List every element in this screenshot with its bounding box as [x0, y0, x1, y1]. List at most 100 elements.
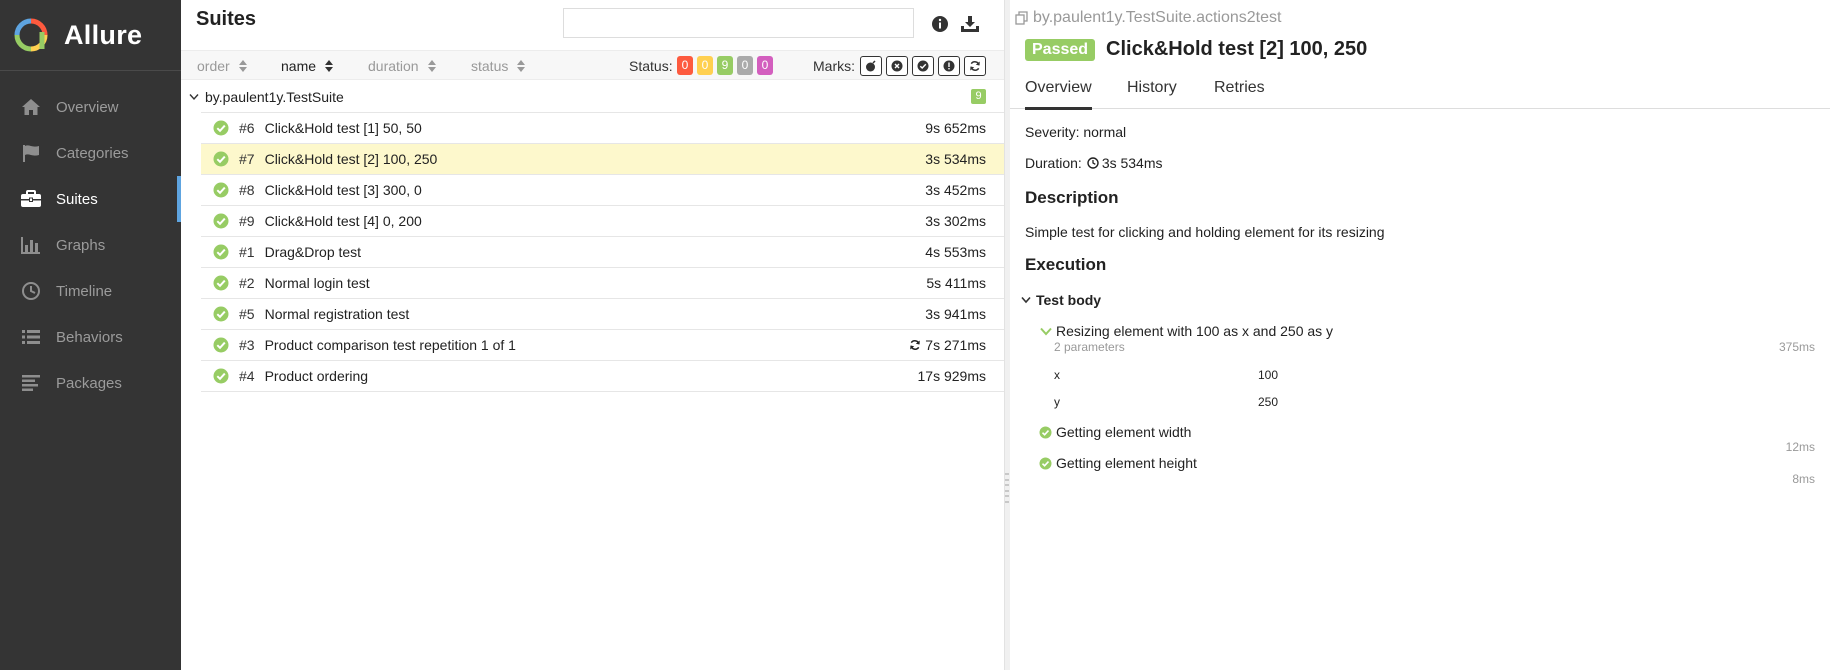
- step-duration: 12ms: [1785, 440, 1815, 454]
- severity-line: Severity: normal: [1025, 124, 1127, 140]
- breadcrumb[interactable]: by.paulent1y.TestSuite.actions2test: [1015, 9, 1281, 27]
- test-row[interactable]: #3 Product comparison test repetition 1 o…: [201, 329, 1004, 360]
- test-row[interactable]: #8 Click&Hold test [3] 300, 0 3s 452ms: [201, 174, 1004, 205]
- retry-icon: [910, 340, 921, 350]
- sidebar-item-suites[interactable]: Suites: [0, 176, 181, 222]
- sort-label: status: [471, 58, 509, 74]
- sidebar: Allure Overview Categories Suites Graphs…: [0, 0, 181, 670]
- test-number: #8: [239, 182, 255, 198]
- chevron-down-icon: [189, 93, 199, 100]
- check-circle-icon: [213, 306, 229, 322]
- test-name: Normal login test: [264, 275, 370, 291]
- sidebar-item-packages[interactable]: Packages: [0, 360, 181, 406]
- test-duration: 4s 553ms: [925, 244, 986, 260]
- tab-overview[interactable]: Overview: [1025, 79, 1092, 110]
- check-circle-icon: [213, 151, 229, 167]
- test-duration: 7s 271ms: [925, 337, 986, 353]
- test-list: #6 Click&Hold test [1] 50, 50 9s 652ms #7 Cl…: [181, 112, 1004, 391]
- sidebar-item-label: Graphs: [56, 236, 106, 254]
- bar-chart-icon: [20, 234, 42, 256]
- mark-new-failed-button[interactable]: [886, 56, 908, 76]
- sidebar-item-label: Overview: [56, 98, 119, 116]
- test-row[interactable]: #1 Drag&Drop test 4s 553ms: [201, 236, 1004, 267]
- marks-filter-label: Marks:: [813, 58, 855, 74]
- step-parameters-count: 2 parameters: [1054, 340, 1125, 354]
- sort-toolbar: order name duration status Status: 0 0 9…: [181, 50, 1004, 80]
- test-title-row: Passed Click&Hold test [2] 100, 250: [1025, 38, 1367, 61]
- step-getting-width[interactable]: Getting element width: [1039, 424, 1191, 440]
- test-duration-cell: 17s 929ms: [918, 368, 986, 384]
- search-input[interactable]: [563, 8, 914, 38]
- sidebar-item-graphs[interactable]: Graphs: [0, 222, 181, 268]
- check-circle-icon: [213, 244, 229, 260]
- step-name: Resizing element with 100 as x and 250 a…: [1056, 323, 1334, 339]
- status-skipped-badge[interactable]: 0: [737, 56, 753, 75]
- mark-flaky-button[interactable]: [860, 56, 882, 76]
- test-name: Click&Hold test [1] 50, 50: [264, 120, 422, 136]
- test-title: Click&Hold test [2] 100, 250: [1106, 38, 1368, 60]
- test-row[interactable]: #2 Normal login test 5s 411ms: [201, 267, 1004, 298]
- duration-value: 3s 534ms: [1101, 155, 1163, 171]
- sidebar-item-timeline[interactable]: Timeline: [0, 268, 181, 314]
- status-filter-label: Status:: [629, 58, 673, 74]
- sort-by-name[interactable]: name: [281, 58, 334, 74]
- tab-retries[interactable]: Retries: [1214, 79, 1265, 107]
- mark-retries-button[interactable]: [964, 56, 986, 76]
- test-name: Click&Hold test [2] 100, 250: [264, 151, 438, 167]
- status-unknown-badge[interactable]: 0: [757, 56, 773, 75]
- test-duration: 3s 452ms: [925, 182, 986, 198]
- sidebar-item-categories[interactable]: Categories: [0, 130, 181, 176]
- status-broken-badge[interactable]: 0: [697, 56, 713, 75]
- test-name: Normal registration test: [264, 306, 410, 322]
- test-duration: 5s 411ms: [926, 275, 986, 291]
- param-name: x: [1054, 368, 1060, 382]
- test-row[interactable]: #5 Normal registration test 3s 941ms: [201, 298, 1004, 329]
- mark-new-broken-button[interactable]: [938, 56, 960, 76]
- step-name: Getting element width: [1056, 424, 1192, 440]
- test-duration: 3s 302ms: [925, 213, 986, 229]
- sort-label: name: [281, 58, 317, 74]
- refresh-icon: [970, 61, 980, 71]
- splitter-grip-icon[interactable]: [1005, 473, 1009, 503]
- tab-history[interactable]: History: [1127, 79, 1177, 107]
- test-row[interactable]: #6 Click&Hold test [1] 50, 50 9s 652ms: [201, 112, 1004, 143]
- test-duration: 3s 941ms: [925, 306, 986, 322]
- test-number: #2: [239, 275, 255, 291]
- check-circle-icon: [917, 60, 929, 72]
- suite-group-row[interactable]: by.paulent1y.TestSuite 9: [181, 81, 1004, 112]
- sort-icon: [427, 60, 436, 72]
- test-duration-cell: 3s 534ms: [925, 151, 986, 167]
- test-row[interactable]: #7 Click&Hold test [2] 100, 250 3s 534ms: [201, 143, 1004, 174]
- briefcase-icon: [20, 188, 42, 210]
- sort-by-duration[interactable]: duration: [368, 58, 436, 74]
- test-row[interactable]: #4 Product ordering 17s 929ms: [201, 360, 1004, 391]
- info-button[interactable]: [928, 12, 952, 36]
- step-duration: 375ms: [1778, 340, 1815, 354]
- step-resizing[interactable]: Resizing element with 100 as x and 250 a…: [1040, 323, 1333, 339]
- sidebar-item-label: Packages: [56, 374, 122, 392]
- check-circle-icon: [213, 120, 229, 136]
- sidebar-item-behaviors[interactable]: Behaviors: [0, 314, 181, 360]
- test-duration-cell: 9s 652ms: [925, 120, 986, 136]
- download-button[interactable]: [958, 12, 982, 36]
- sidebar-item-overview[interactable]: Overview: [0, 84, 181, 130]
- test-name: Click&Hold test [4] 0, 200: [264, 213, 422, 229]
- step-getting-height[interactable]: Getting element height: [1039, 455, 1197, 471]
- sidebar-item-label: Categories: [56, 144, 129, 162]
- brand[interactable]: Allure: [0, 0, 181, 71]
- test-duration-cell: 3s 941ms: [925, 306, 986, 322]
- param-value: 250: [1258, 395, 1279, 409]
- clock-icon: [1087, 157, 1099, 169]
- status-failed-badge[interactable]: 0: [677, 56, 693, 75]
- sort-label: duration: [368, 58, 419, 74]
- test-row[interactable]: #9 Click&Hold test [4] 0, 200 3s 302ms: [201, 205, 1004, 236]
- mark-new-passed-button[interactable]: [912, 56, 934, 76]
- sort-icon: [325, 60, 334, 72]
- status-passed-badge[interactable]: 9: [717, 56, 733, 75]
- page-title: Suites: [196, 8, 257, 30]
- test-body-toggle[interactable]: Test body: [1021, 292, 1101, 308]
- test-name: Product comparison test repetition 1 of …: [264, 337, 516, 353]
- sort-by-order[interactable]: order: [197, 58, 247, 74]
- duration-label: Duration:: [1025, 155, 1082, 171]
- sort-by-status[interactable]: status: [471, 58, 526, 74]
